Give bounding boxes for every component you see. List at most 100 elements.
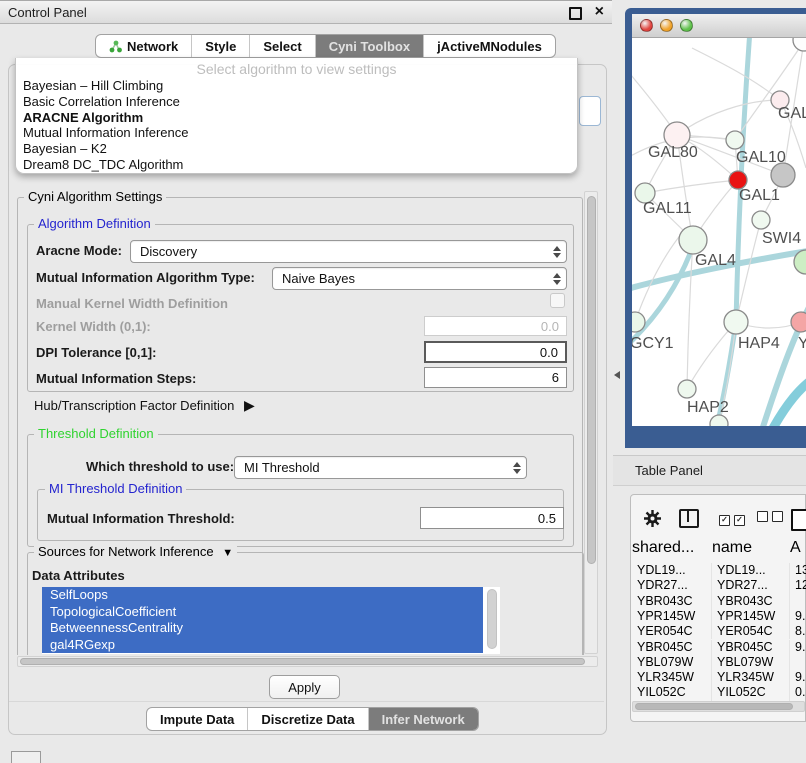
float-window-icon[interactable] <box>569 7 582 20</box>
settings-gear-icon[interactable] <box>643 509 662 528</box>
deselect-all-rows-icon[interactable] <box>757 509 787 527</box>
table-cell[interactable]: YER054C <box>712 624 790 639</box>
which-threshold-select[interactable]: MI Threshold <box>234 456 527 479</box>
table-horizontal-thumb[interactable] <box>635 703 793 710</box>
network-node-hap2[interactable] <box>678 380 696 398</box>
apply-button[interactable]: Apply <box>269 675 340 699</box>
minimize-window-icon[interactable] <box>660 19 673 32</box>
network-edge[interactable] <box>692 48 780 100</box>
list-scrollbar-thumb[interactable] <box>487 589 497 649</box>
table-cell[interactable]: 12 <box>790 578 806 593</box>
network-node-gal10[interactable] <box>726 131 744 149</box>
algorithm-option-aracne-algorithm[interactable]: ARACNE Algorithm <box>23 110 577 126</box>
tab-discretize-data[interactable]: Discretize Data <box>247 708 367 730</box>
select-all-rows-icon[interactable]: ✓✓ <box>719 509 749 527</box>
network-node-hap4[interactable] <box>724 310 748 334</box>
network-node[interactable] <box>793 38 806 51</box>
table-cell[interactable]: YLR345W <box>632 670 712 685</box>
tab-network[interactable]: Network <box>96 35 191 57</box>
table-cell[interactable]: YBL079W <box>712 655 790 670</box>
table-horizontal-scrollbar[interactable] <box>632 701 805 712</box>
cyni-settings-title: Cyni Algorithm Settings <box>24 190 166 204</box>
tab-infer-network[interactable]: Infer Network <box>368 708 478 730</box>
tab-cyni-toolbox[interactable]: Cyni Toolbox <box>315 35 423 57</box>
settings-horizontal-scrollbar[interactable] <box>17 656 598 667</box>
mi-type-select[interactable]: Naive Bayes <box>272 267 567 290</box>
apply-button-label: Apply <box>288 680 321 695</box>
tab-jactivemnodules[interactable]: jActiveMNodules <box>423 35 555 57</box>
network-node-y[interactable] <box>791 312 806 332</box>
table-cell[interactable]: YPR145W <box>632 609 712 624</box>
close-window-icon[interactable] <box>640 19 653 32</box>
zoom-window-icon[interactable] <box>680 19 693 32</box>
table-cell[interactable]: YLR345W <box>712 670 790 685</box>
table-cell[interactable]: YER054C <box>632 624 712 639</box>
column-selector-icon[interactable] <box>679 509 699 528</box>
column-header-a[interactable]: A <box>790 539 806 557</box>
algorithm-option-dream8-dc-tdc-algorithm[interactable]: Dream8 DC_TDC Algorithm <box>23 157 577 173</box>
algorithm-option-basic-correlation-inference[interactable]: Basic Correlation Inference <box>23 94 577 110</box>
column-header-shared[interactable]: shared... <box>632 539 712 557</box>
close-panel-icon[interactable]: × <box>595 2 604 22</box>
network-edge[interactable] <box>645 180 738 193</box>
table-cell[interactable]: 9. <box>790 670 806 685</box>
tab-impute-data[interactable]: Impute Data <box>147 708 247 730</box>
sources-group-title[interactable]: Sources for Network Inference ▼ <box>34 545 237 560</box>
collapse-down-arrow-icon: ▼ <box>222 547 233 559</box>
tab-style[interactable]: Style <box>191 35 249 57</box>
column-header-name[interactable]: name <box>712 539 790 557</box>
network-edge-highlighted[interactable] <box>632 243 694 348</box>
network-node-swi4[interactable] <box>752 211 770 229</box>
attribute-item-selfloops[interactable]: SelfLoops <box>42 587 483 604</box>
table-panel-card: ✓✓ shared...nameA YDL19...YDL19...13YDR2… <box>630 494 806 722</box>
network-node[interactable] <box>771 163 795 187</box>
attribute-item-betweennesscentrality[interactable]: BetweennessCentrality <box>42 620 483 637</box>
algorithm-option-bayesian-hill-climbing[interactable]: Bayesian – Hill Climbing <box>23 78 577 94</box>
table-cell[interactable]: YPR145W <box>712 609 790 624</box>
network-view-canvas[interactable]: GAL7GAL80GAL10GAL1GAL11GAL4SWI4GCY1HAP4Y… <box>632 38 806 426</box>
table-cell[interactable]: 0. <box>790 685 806 700</box>
network-edge[interactable] <box>677 100 780 135</box>
attribute-item-topologicalcoefficient[interactable]: TopologicalCoefficient <box>42 604 483 621</box>
settings-vertical-scrollbar[interactable] <box>584 191 598 654</box>
table-cell[interactable]: YIL052C <box>632 685 712 700</box>
table-cell[interactable] <box>790 594 806 609</box>
network-graph[interactable]: GAL7GAL80GAL10GAL1GAL11GAL4SWI4GCY1HAP4Y… <box>632 38 806 426</box>
hub-definition-expander[interactable]: Hub/Transcription Factor Definition ▶ <box>34 397 255 414</box>
splitpane-collapse-arrow-icon[interactable] <box>614 371 620 379</box>
network-node[interactable] <box>710 415 728 426</box>
attribute-item-gal4rgexp[interactable]: gal4RGexp <box>42 637 483 654</box>
data-attributes-list[interactable]: SelfLoopsTopologicalCoefficientBetweenne… <box>42 587 500 654</box>
mi-steps-field[interactable]: 6 <box>424 367 567 388</box>
table-cell[interactable]: YBL079W <box>632 655 712 670</box>
export-table-icon[interactable] <box>791 509 806 531</box>
table-cell[interactable]: YIL052C <box>712 685 790 700</box>
table-cell[interactable]: YBR045C <box>632 640 712 655</box>
settings-horizontal-thumb[interactable] <box>20 658 585 665</box>
table-cell[interactable]: YDL19... <box>632 563 712 578</box>
table-cell[interactable]: YDR27... <box>712 578 790 593</box>
settings-vertical-thumb[interactable] <box>587 196 596 564</box>
table-cell[interactable]: 9. <box>790 640 806 655</box>
table-cell[interactable] <box>790 655 806 670</box>
table-cell[interactable]: YDL19... <box>712 563 790 578</box>
table-cell[interactable]: 13 <box>790 563 806 578</box>
aracne-mode-select[interactable]: Discovery <box>130 240 567 263</box>
node-label-hap2: HAP2 <box>687 399 729 416</box>
table-cell[interactable]: YDR27... <box>632 578 712 593</box>
dpi-tolerance-field[interactable]: 0.0 <box>424 341 567 363</box>
table-cell[interactable]: 8. <box>790 624 806 639</box>
collapsed-panel-icon[interactable] <box>11 751 41 763</box>
table-cell[interactable]: YBR043C <box>632 594 712 609</box>
tab-select[interactable]: Select <box>249 35 314 57</box>
kernel-width-field[interactable]: 0.0 <box>424 316 567 336</box>
table-cell[interactable]: YBR043C <box>712 594 790 609</box>
table-cell[interactable]: YBR045C <box>712 640 790 655</box>
manual-kernel-checkbox[interactable] <box>550 293 565 308</box>
mi-threshold-field[interactable]: 0.5 <box>420 507 564 529</box>
table-cell[interactable]: 9. <box>790 609 806 624</box>
network-window-titlebar[interactable] <box>632 14 806 38</box>
network-node-gal4[interactable] <box>679 226 707 254</box>
algorithm-option-mutual-information-inference[interactable]: Mutual Information Inference <box>23 125 577 141</box>
algorithm-option-bayesian-k2[interactable]: Bayesian – K2 <box>23 141 577 157</box>
